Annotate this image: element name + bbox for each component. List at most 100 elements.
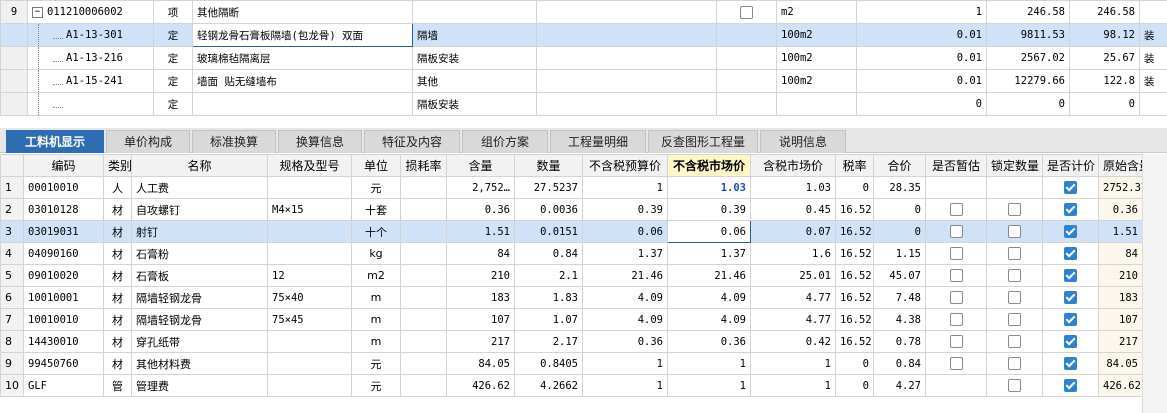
resource-code[interactable]: 10010010 (23, 308, 104, 331)
resource-content[interactable]: 426.62 (446, 374, 515, 397)
tab-5[interactable]: 特征及内容 (364, 130, 460, 153)
quota-qty[interactable]: 0.01 (856, 23, 987, 47)
tab-8[interactable]: 反查图形工程量 (648, 130, 758, 153)
column-header[interactable]: 不含税市场价 (667, 154, 751, 177)
price-checkbox[interactable] (1064, 313, 1077, 327)
lock-checkbox[interactable] (1008, 335, 1021, 349)
resource-pretax-market[interactable]: 0.06 (667, 220, 751, 243)
tab-7[interactable]: 工程量明细 (550, 130, 646, 153)
resource-content[interactable]: 84.05 (446, 352, 515, 375)
quota-row[interactable]: A1-15-241 定墙面 贴无缝墙布 其他 100m2 0.01 12279.66 122… (0, 69, 1167, 93)
quota-name[interactable] (192, 92, 413, 116)
resource-row[interactable]: 1 00010010 人人工费元 2,752… 27.5237 1 1.03 1.03 0 28.… (0, 176, 1143, 199)
price-checkbox[interactable] (1064, 269, 1077, 283)
tab-1[interactable]: 工料机显示 (6, 130, 104, 153)
column-header[interactable]: 数量 (514, 154, 583, 177)
resource-tax-rate[interactable]: 16.52 (835, 286, 874, 309)
resource-tax-rate[interactable]: 16.52 (835, 264, 874, 287)
estimate-checkbox[interactable] (949, 225, 963, 239)
resource-qty[interactable]: 0.8405 (514, 352, 583, 375)
price-checkbox[interactable] (1064, 291, 1077, 305)
tab-4[interactable]: 换算信息 (278, 130, 362, 153)
quota-code[interactable] (27, 92, 154, 116)
price-checkbox[interactable] (1064, 379, 1077, 393)
resource-pretax-market[interactable]: 1.03 (667, 176, 751, 199)
lock-checkbox[interactable] (1008, 247, 1021, 261)
resource-content[interactable]: 210 (446, 264, 515, 287)
price-checkbox[interactable] (1064, 181, 1077, 195)
resource-qty[interactable]: 1.07 (514, 308, 583, 331)
resource-loss-rate[interactable] (400, 242, 447, 265)
resource-code[interactable]: 03010128 (23, 198, 104, 221)
resource-spec[interactable] (267, 352, 352, 375)
vertical-scrollbar[interactable] (1142, 154, 1167, 413)
resource-row[interactable]: 6 10010001 材隔墙轻钢龙骨 75×40 m 183 1.83 4.09 4.09 4.7… (0, 286, 1143, 309)
resource-row[interactable]: 7 10010010 材隔墙轻钢龙骨 75×45 m 107 1.07 4.09 4.09 4.7… (0, 308, 1143, 331)
resource-name[interactable]: 人工费 (131, 176, 268, 199)
estimate-checkbox[interactable] (949, 335, 963, 349)
resource-qty[interactable]: 0.0151 (514, 220, 583, 243)
resource-qty[interactable]: 0.84 (514, 242, 583, 265)
column-header[interactable]: 是否暂估 (925, 154, 987, 177)
quota-row[interactable]: A1-13-216 定玻璃棉毡隔离层 隔板安装 100m2 0.01 2567.02 25.… (0, 46, 1167, 70)
column-header[interactable]: 不含税预算价 (582, 154, 668, 177)
column-header[interactable]: 名称 (131, 154, 268, 177)
resource-tax-rate[interactable]: 0 (835, 374, 874, 397)
column-header[interactable]: 规格及型号 (267, 154, 352, 177)
lock-checkbox[interactable] (1008, 357, 1021, 371)
quota-row[interactable]: 定隔板安装 0 0 0 (0, 92, 1167, 116)
resource-loss-rate[interactable] (400, 308, 447, 331)
column-header[interactable]: 锁定数量 (986, 154, 1043, 177)
resource-name[interactable]: 石膏板 (131, 264, 268, 287)
price-checkbox[interactable] (1064, 335, 1077, 349)
resource-name[interactable]: 隔墙轻钢龙骨 (131, 286, 268, 309)
resource-content[interactable]: 183 (446, 286, 515, 309)
estimate-checkbox[interactable] (949, 291, 963, 305)
quota-name[interactable]: 墙面 贴无缝墙布 (192, 69, 413, 93)
resource-spec[interactable]: M4×15 (267, 198, 352, 221)
resource-tax-rate[interactable]: 16.52 (835, 242, 874, 265)
quota-row[interactable]: A1-13-301 定轻钢龙骨石膏板隔墙(包龙骨) 双面 隔墙 100m2 0.01 98… (0, 23, 1167, 47)
column-header[interactable]: 是否计价 (1042, 154, 1099, 177)
quota-code[interactable]: −011210006002 (27, 0, 154, 24)
column-header[interactable]: 编码 (23, 154, 104, 177)
resource-qty[interactable]: 27.5237 (514, 176, 583, 199)
quota-feature[interactable]: 隔板安装 (412, 92, 537, 116)
resource-loss-rate[interactable] (400, 374, 447, 397)
resource-spec[interactable] (267, 374, 352, 397)
resource-spec[interactable] (267, 242, 352, 265)
estimate-checkbox[interactable] (949, 269, 963, 283)
resource-qty[interactable]: 2.17 (514, 330, 583, 353)
quota-feature[interactable]: 隔板安装 (412, 46, 537, 70)
resource-tax-rate[interactable]: 16.52 (835, 330, 874, 353)
quota-feature[interactable] (412, 0, 537, 24)
column-header[interactable]: 单位 (351, 154, 401, 177)
resource-spec[interactable]: 75×40 (267, 286, 352, 309)
resource-code[interactable]: 99450760 (23, 352, 104, 375)
resource-name[interactable]: 隔墙轻钢龙骨 (131, 308, 268, 331)
resource-code[interactable]: 09010020 (23, 264, 104, 287)
resource-name[interactable]: 其他材料费 (131, 352, 268, 375)
resource-code[interactable]: 00010010 (23, 176, 104, 199)
resource-code[interactable]: 03019031 (23, 220, 104, 243)
resource-row[interactable]: 10 GLF 管管理费元 426.62 4.2662 1 1 1 0 4.27 426.62 (0, 374, 1143, 397)
column-header[interactable]: 类别 (103, 154, 132, 177)
tab-9[interactable]: 说明信息 (760, 130, 846, 153)
resource-loss-rate[interactable] (400, 330, 447, 353)
column-header[interactable]: 合价 (873, 154, 926, 177)
resource-pretax-market[interactable]: 4.09 (667, 286, 751, 309)
lock-checkbox[interactable] (1008, 203, 1021, 217)
tab-3[interactable]: 标准换算 (192, 130, 276, 153)
resource-content[interactable]: 0.36 (446, 198, 515, 221)
resource-loss-rate[interactable] (400, 286, 447, 309)
resource-spec[interactable] (267, 176, 352, 199)
column-header[interactable]: 含税市场价 (750, 154, 836, 177)
resource-code[interactable]: 10010001 (23, 286, 104, 309)
quota-name[interactable]: 轻钢龙骨石膏板隔墙(包龙骨) 双面 (192, 23, 413, 47)
resource-row[interactable]: 9 99450760 材其他材料费元 84.05 0.8405 1 1 1 0 0.84 84.05 (0, 352, 1143, 375)
resource-pretax-market[interactable]: 1 (667, 352, 751, 375)
resource-name[interactable]: 石膏粉 (131, 242, 268, 265)
lock-checkbox[interactable] (1008, 379, 1021, 393)
resource-loss-rate[interactable] (400, 176, 447, 199)
resource-tax-rate[interactable]: 0 (835, 352, 874, 375)
